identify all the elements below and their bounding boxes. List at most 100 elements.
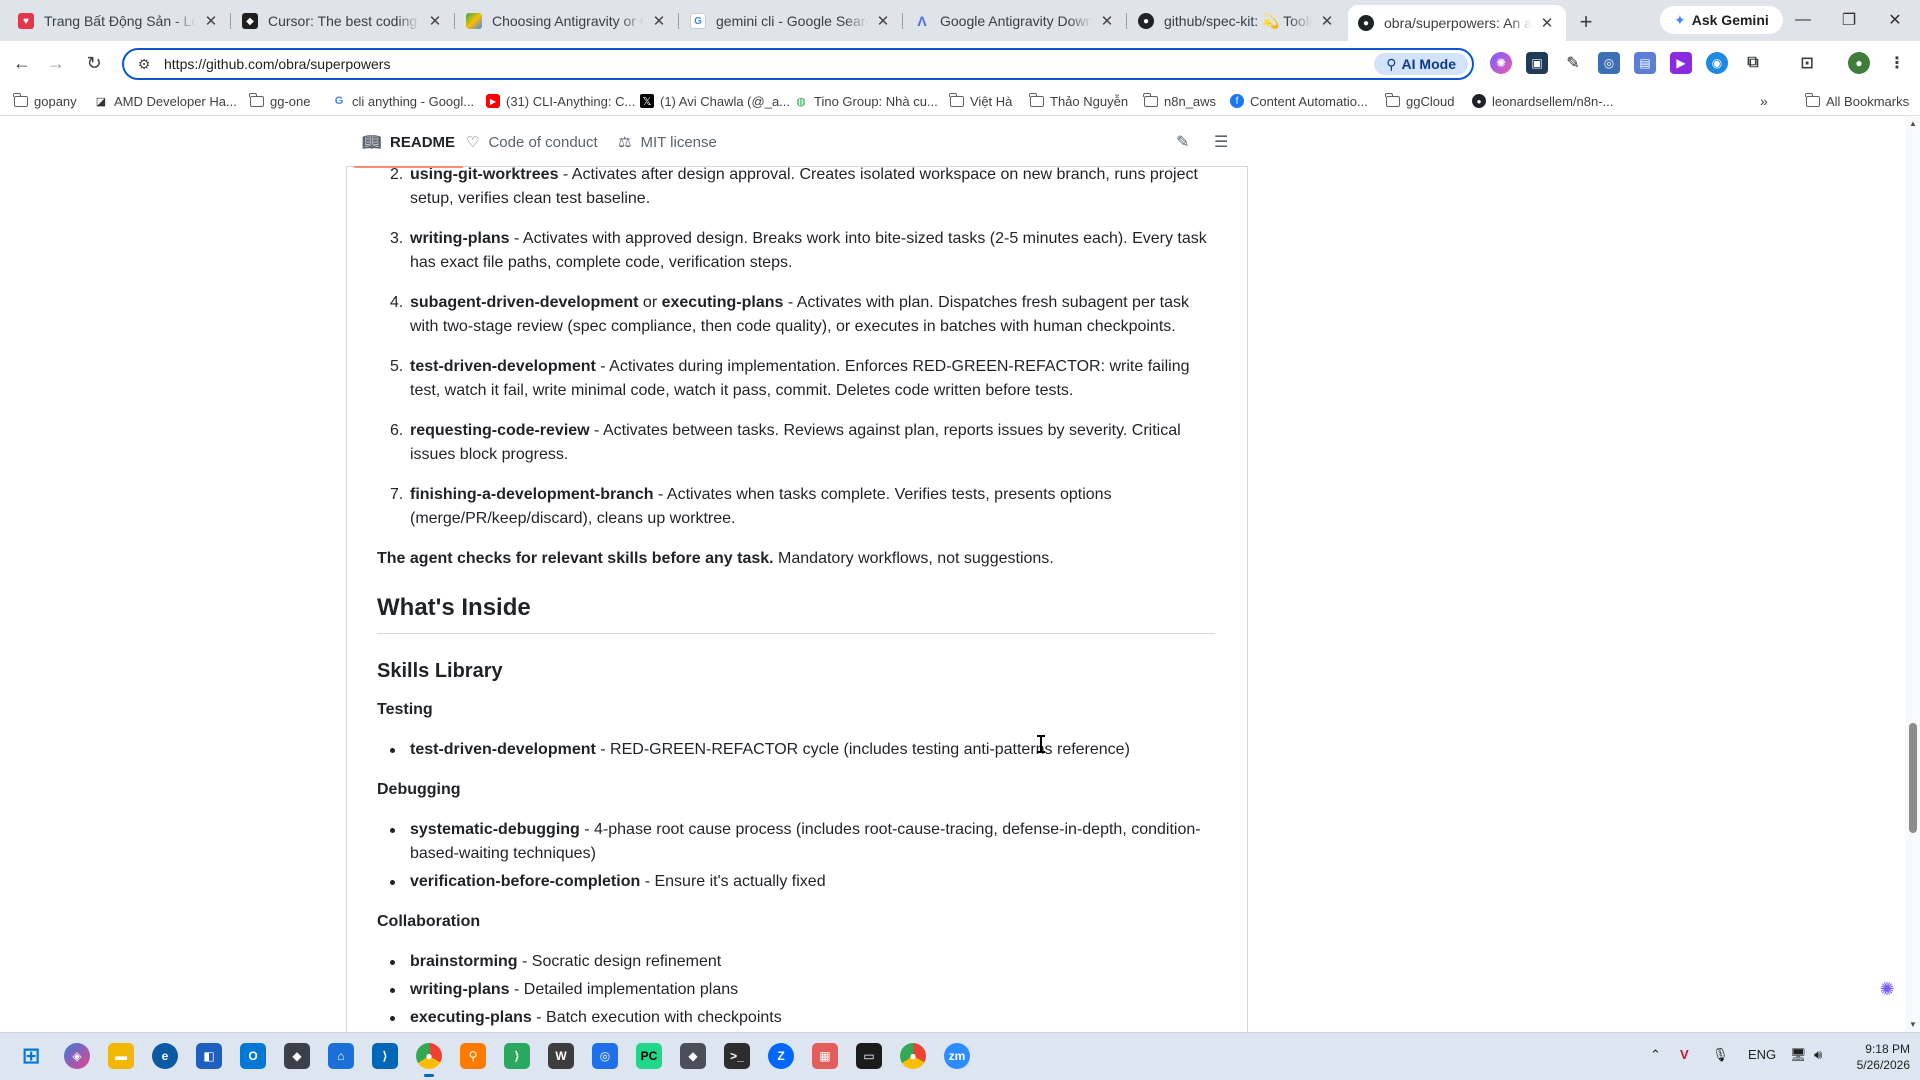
tab-readme[interactable]: 📖︎ README bbox=[353, 117, 464, 168]
gemini-float-icon[interactable]: ✺ bbox=[1875, 977, 1899, 1001]
close-tab-icon[interactable]: ✕ bbox=[1538, 14, 1556, 32]
bookmark-item[interactable]: ggCloud bbox=[1385, 91, 1454, 111]
browser-tab[interactable]: G gemini cli - Google Search ✕ bbox=[680, 5, 903, 37]
vscode-icon[interactable]: ⟩ bbox=[372, 1043, 398, 1069]
extension-icon[interactable]: ▣ bbox=[1526, 52, 1548, 74]
extension-icon[interactable]: ▤ bbox=[1634, 52, 1656, 74]
skill-name: executing-plans bbox=[661, 294, 784, 311]
puzzle-extensions-icon[interactable]: ⧉ bbox=[1742, 52, 1764, 74]
browser-tab[interactable]: ◆ Cursor: The best coding agent ✕ bbox=[232, 5, 455, 37]
microphone-icon[interactable]: 🎙︎ bbox=[1712, 1047, 1729, 1063]
app-icon[interactable]: ⌂ bbox=[328, 1043, 354, 1069]
browser-tab[interactable]: Choosing Antigravity or Gemini ✕ bbox=[456, 5, 679, 37]
bookmark-item[interactable]: Thảo Nguyễn bbox=[1029, 91, 1128, 111]
new-tab-button[interactable]: + bbox=[1572, 8, 1600, 36]
bookmark-item[interactable]: gopany bbox=[13, 91, 77, 111]
bookmark-label: Việt Hà bbox=[970, 93, 1013, 109]
edge-icon[interactable]: e bbox=[152, 1043, 178, 1069]
bookmarks-overflow-icon[interactable]: » bbox=[1760, 91, 1768, 111]
tab-license[interactable]: ⚖ MIT license bbox=[618, 117, 717, 167]
forward-icon[interactable]: → bbox=[42, 49, 70, 77]
scroll-up-icon[interactable]: ▲ bbox=[1909, 119, 1917, 128]
all-bookmarks-button[interactable]: All Bookmarks bbox=[1805, 91, 1909, 111]
edit-pencil-icon[interactable]: ✎ bbox=[1176, 132, 1189, 152]
extension-icon[interactable]: ▶ bbox=[1670, 52, 1692, 74]
scroll-down-icon[interactable]: ▼ bbox=[1909, 1020, 1917, 1029]
pycharm-icon[interactable]: PC bbox=[636, 1043, 662, 1069]
profile-avatar[interactable]: ● bbox=[1848, 52, 1870, 74]
bookmark-item[interactable]: ◍ Tino Group: Nhà cu... bbox=[794, 91, 938, 111]
agent-note-rest: Mandatory workflows, not suggestions. bbox=[773, 550, 1054, 567]
close-tab-icon[interactable]: ✕ bbox=[650, 12, 668, 30]
bookmark-item[interactable]: ▶ (31) CLI-Anything: C... bbox=[486, 91, 635, 111]
app-icon[interactable]: ◆ bbox=[284, 1043, 310, 1069]
file-explorer-icon[interactable]: ▬ bbox=[108, 1043, 134, 1069]
outlook-icon[interactable]: O bbox=[240, 1043, 266, 1069]
vietkey-icon[interactable]: V bbox=[1680, 1047, 1689, 1062]
browser-tab[interactable]: Λ Google Antigravity Download ✕ bbox=[904, 5, 1127, 37]
close-tab-icon[interactable]: ✕ bbox=[1318, 12, 1336, 30]
tab-search-icon[interactable]: ⊡ bbox=[1796, 52, 1818, 74]
minimize-icon[interactable]: — bbox=[1780, 6, 1826, 34]
bookmark-item[interactable]: f Content Automatio... bbox=[1230, 91, 1368, 111]
back-icon[interactable]: ← bbox=[8, 49, 36, 77]
scrollbar-thumb[interactable] bbox=[1909, 723, 1917, 833]
address-bar[interactable]: ⚙ ⚲ AI Mode bbox=[122, 48, 1474, 80]
volume-icon[interactable]: 🔊︎ bbox=[1814, 1047, 1822, 1063]
search-app-icon[interactable]: ⚲ bbox=[460, 1043, 486, 1069]
close-tab-icon[interactable]: ✕ bbox=[202, 12, 220, 30]
browser-tab[interactable]: ● github/spec-kit: 💫 Toolkit to ✕ bbox=[1128, 5, 1346, 37]
terminal-app-icon[interactable]: ⟩ bbox=[504, 1043, 530, 1069]
system-clock[interactable]: 9:18 PM 5/26/2026 bbox=[1830, 1041, 1910, 1073]
network-icon[interactable]: 🖥︎ bbox=[1790, 1047, 1807, 1063]
app-icon[interactable]: ◆ bbox=[680, 1043, 706, 1069]
pen-extension-icon[interactable]: ✎ bbox=[1562, 52, 1584, 74]
copilot-icon[interactable]: ◈ bbox=[64, 1043, 90, 1069]
tab-code-of-conduct[interactable]: ♡ Code of conduct bbox=[466, 117, 598, 167]
chrome-icon[interactable]: ● bbox=[416, 1043, 442, 1077]
language-indicator[interactable]: ENG bbox=[1748, 1047, 1776, 1062]
tray-overflow-icon[interactable]: ⌃ bbox=[1650, 1047, 1661, 1063]
book-icon: 📖︎ bbox=[362, 134, 382, 151]
terminal-icon[interactable]: >_ bbox=[724, 1043, 750, 1069]
close-window-icon[interactable]: ✕ bbox=[1872, 6, 1918, 34]
app-icon[interactable]: ▦ bbox=[812, 1043, 838, 1069]
connector-text: or bbox=[638, 294, 662, 311]
gemini-extension-icon[interactable]: ✺ bbox=[1490, 52, 1512, 74]
chrome-profile-icon[interactable]: ● bbox=[900, 1043, 926, 1069]
list-item: writing-plans - Detailed implementation … bbox=[377, 978, 1215, 1002]
ask-gemini-button[interactable]: ✦ Ask Gemini bbox=[1660, 6, 1783, 34]
url-input[interactable] bbox=[164, 56, 1264, 72]
windows-start-icon[interactable]: ⊞ bbox=[18, 1043, 44, 1069]
bookmark-item[interactable]: ◪ AMD Developer Ha... bbox=[94, 91, 237, 111]
restore-icon[interactable]: ❐ bbox=[1826, 6, 1872, 34]
app-icon[interactable]: ▭ bbox=[856, 1043, 882, 1069]
extension-icon[interactable]: ◉ bbox=[1706, 52, 1728, 74]
kebab-menu-icon[interactable]: ⋮ bbox=[1886, 52, 1908, 74]
heading-collaboration: Collaboration bbox=[377, 913, 481, 930]
browser-tab[interactable]: ♥ Trang Bất Động Sản - Lovable ✕ bbox=[8, 5, 231, 37]
close-tab-icon[interactable]: ✕ bbox=[1098, 12, 1116, 30]
ai-mode-button[interactable]: ⚲ AI Mode bbox=[1374, 53, 1468, 75]
store-icon[interactable]: ◧ bbox=[196, 1043, 222, 1069]
bookmark-item[interactable]: n8n_aws bbox=[1143, 91, 1216, 111]
browser-tab-active[interactable]: ● obra/superpowers: An agentic ✕ bbox=[1348, 5, 1566, 41]
site-info-icon[interactable]: ⚙ bbox=[132, 56, 156, 73]
zalo-icon[interactable]: Z bbox=[768, 1043, 794, 1069]
bookmark-item[interactable]: Việt Hà bbox=[949, 91, 1013, 111]
close-tab-icon[interactable]: ✕ bbox=[426, 12, 444, 30]
app-icon[interactable]: ◎ bbox=[592, 1043, 618, 1069]
zoom-icon[interactable]: zm bbox=[944, 1043, 970, 1069]
bookmark-item[interactable]: 𝕏 (1) Avi Chawla (@_a... bbox=[640, 91, 790, 111]
bookmark-label: Tino Group: Nhà cu... bbox=[814, 93, 938, 109]
extension-icon[interactable]: ◎ bbox=[1598, 52, 1620, 74]
bookmark-item[interactable]: gg-one bbox=[249, 91, 310, 111]
windsurf-icon[interactable]: W bbox=[548, 1043, 574, 1069]
page-scrollbar[interactable]: ▲ ▼ bbox=[1905, 117, 1920, 1032]
outline-list-icon[interactable]: ☰ bbox=[1214, 132, 1228, 152]
close-tab-icon[interactable]: ✕ bbox=[874, 12, 892, 30]
bookmark-item[interactable]: Gcli anything - Googl... bbox=[332, 91, 474, 111]
reload-icon[interactable]: ↻ bbox=[80, 49, 108, 77]
bookmark-item[interactable]: ● leonardsellem/n8n-... bbox=[1472, 91, 1613, 111]
bookmark-label: (31) CLI-Anything: C... bbox=[506, 93, 636, 109]
